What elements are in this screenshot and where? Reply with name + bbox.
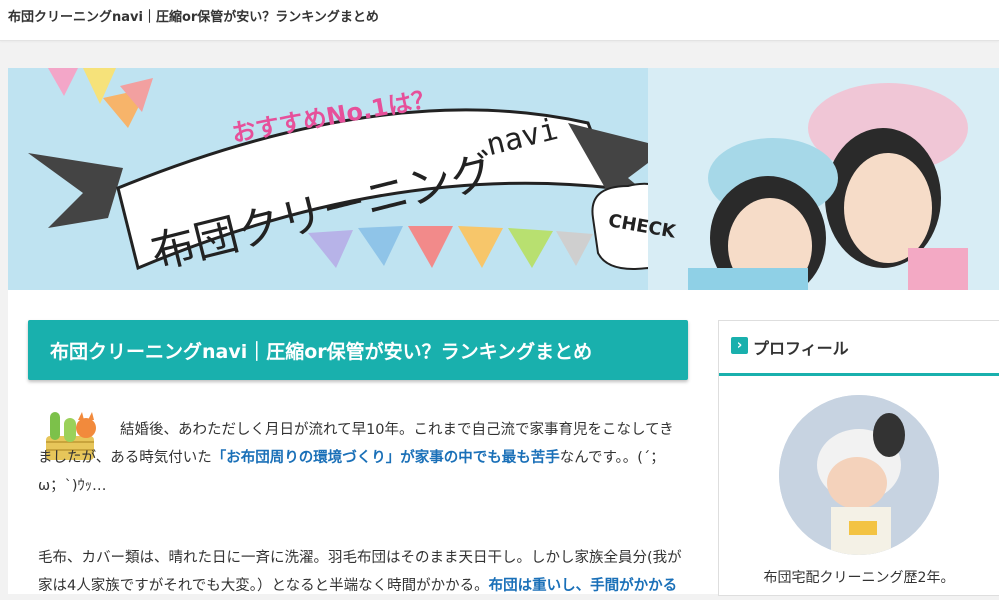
- avatar: [779, 395, 939, 555]
- paragraph-laundry: 毛布、カバー類は、晴れた日に一斉に洗濯。羽毛布団はそのまま天日干し。しかし家族全…: [38, 544, 688, 600]
- article-title-box: 布団クリーニングnavi｜圧縮or保管が安い？ランキングまとめ: [28, 320, 688, 380]
- top-header: 布団クリーニングnavi｜圧縮or保管が安い？ランキングまとめ: [0, 0, 999, 41]
- profile-heading: プロフィール: [753, 339, 849, 358]
- article-title: 布団クリーニングnavi｜圧縮or保管が安い？ランキングまとめ: [50, 341, 593, 363]
- main-content: 布団クリーニングnavi｜圧縮or保管が安い？ランキングまとめ 結婚後、あわただ…: [8, 290, 999, 596]
- family-photo: [648, 68, 999, 290]
- chevron-right-icon: ›: [731, 337, 748, 354]
- profile-widget-header: › プロフィール: [719, 321, 999, 376]
- profile-caption: 布団宅配クリーニング歴2年。: [763, 570, 955, 586]
- bunting-top-icon: [48, 68, 153, 128]
- intro-highlight: 「お布団周りの環境づくり」が家事の中でも最も苦手: [211, 450, 560, 466]
- paragraph-intro: 結婚後、あわただしく月日が流れて早10年。これまで自己流で家事育児をこなしてきま…: [38, 416, 688, 500]
- hero-banner: おすすめNo.1は？ 布団クリーニング navi CHECK: [8, 68, 999, 290]
- site-title-link[interactable]: 布団クリーニングnavi｜圧縮or保管が安い？ランキングまとめ: [8, 6, 379, 25]
- profile-widget: › プロフィール 布団宅配クリーニング歴2年。: [718, 320, 999, 596]
- laundry-highlight: 布団は重いし、手間がかかる: [488, 578, 678, 594]
